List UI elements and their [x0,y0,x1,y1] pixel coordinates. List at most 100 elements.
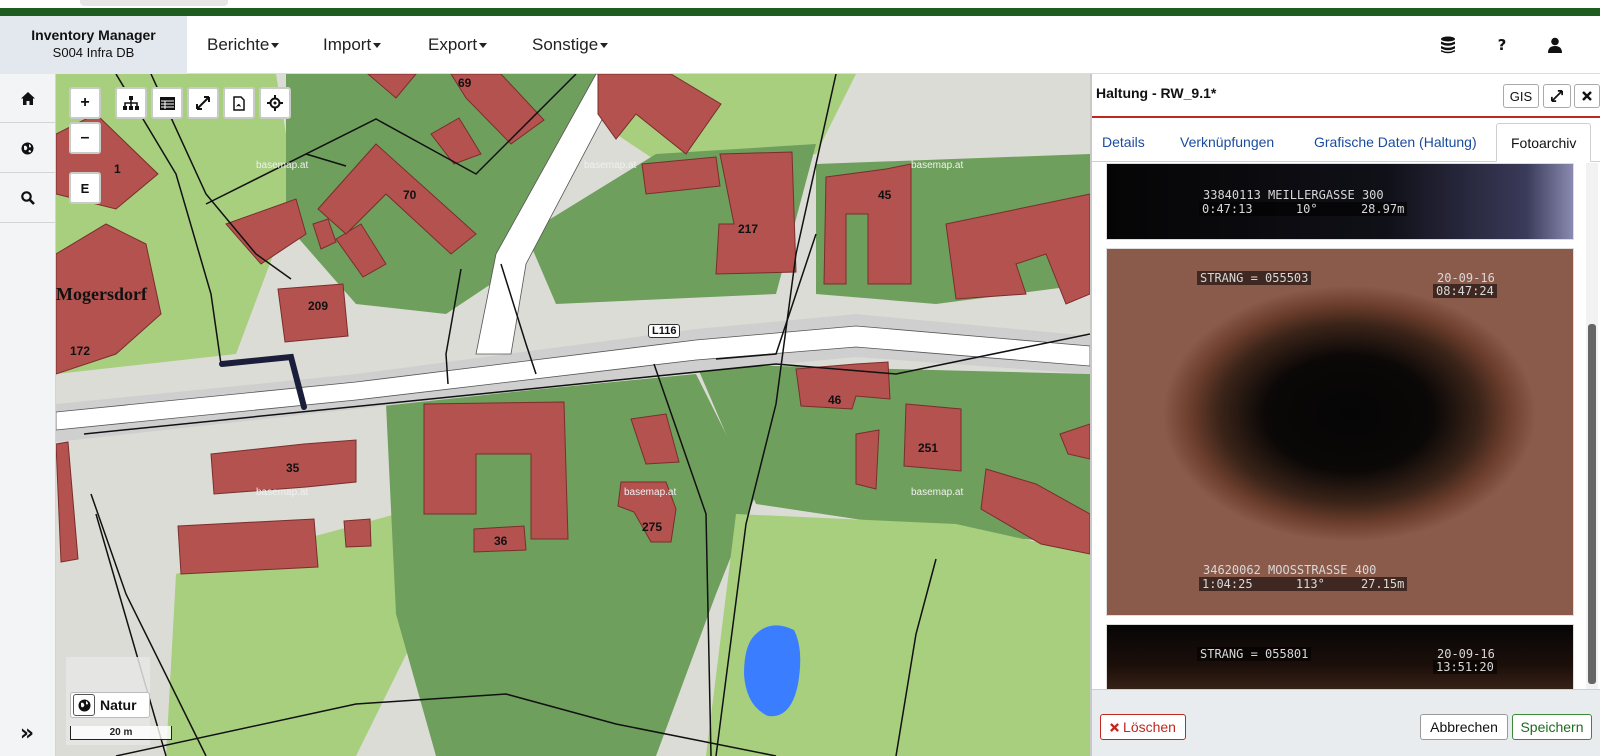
house-number: 172 [70,344,91,358]
town-label: Mogersdorf [56,284,147,304]
house-number: 69 [458,76,472,90]
crosshair-icon [267,95,283,111]
panel-tabs: Details Verknüpfungen Grafische Daten (H… [1092,120,1600,162]
photo-caption: 0:47:13 10° 28.97m [1199,202,1408,216]
house-number: 251 [918,441,939,455]
home-icon [20,91,35,105]
sidebar-search-button[interactable] [0,174,55,223]
sidebar: » [0,74,56,756]
scale-bar: 20 m [70,726,172,740]
panel-header: Haltung - RW_9.1* GIS [1092,74,1600,118]
house-number: 209 [308,299,329,313]
basemap[interactable] [56,74,1090,756]
photo-archive-list[interactable]: 33840113 MEILLERGASSE 300 0:47:13 10° 28… [1092,163,1600,689]
fullscreen-button[interactable] [187,87,219,119]
house-number: 217 [738,222,759,236]
map-watermark: basemap.at [256,487,309,498]
photo-strang: STRANG = 055503 [1197,271,1312,285]
hierarchy-button[interactable] [115,87,147,119]
brand[interactable]: Inventory Manager S004 Infra DB [0,16,187,74]
globe-icon [21,142,34,154]
menu-import[interactable]: Import [323,16,382,74]
save-button[interactable]: Speichern [1512,714,1592,740]
caret-down-icon [479,43,488,49]
panel-title: Haltung - RW_9.1* [1096,85,1217,101]
user-icon[interactable] [1544,34,1566,56]
photo-caption: 34620062 MOOSSTRASSE 400 [1203,563,1377,577]
brand-color-bar [0,8,1600,16]
maximize-panel-button[interactable] [1543,84,1571,108]
panel-footer: Löschen Abbrechen Speichern [1092,689,1600,756]
menu-sonstige[interactable]: Sonstige [532,16,609,74]
tab-fotoarchiv[interactable]: Fotoarchiv [1496,123,1592,162]
zoom-in-button[interactable]: + [69,87,101,119]
sidebar-globe-button[interactable] [0,124,55,173]
sewer-photo[interactable]: STRANG = 055503 20-09-16 08:47:24 346200… [1106,248,1574,616]
tab-details[interactable]: Details [1102,123,1145,162]
browser-tab-remnant [80,0,228,6]
sitemap-icon [123,96,139,110]
pdf-export-button[interactable] [223,87,255,119]
table-icon [159,96,175,110]
zoom-in-label: + [80,94,90,111]
zoom-out-button[interactable]: – [69,122,101,154]
caret-down-icon [373,43,382,49]
locate-button[interactable] [259,87,291,119]
help-icon[interactable]: ? [1491,34,1513,56]
expand-sidebar-icon[interactable]: » [14,720,40,746]
photo-date: 20-09-16 [1437,647,1495,661]
sewer-photo[interactable]: STRANG = 055801 20-09-16 13:51:20 [1106,624,1574,689]
app-subtitle: S004 Infra DB [52,45,135,60]
layer-switch-button[interactable]: Natur [70,692,150,718]
close-panel-button[interactable] [1574,84,1600,108]
detail-panel: Haltung - RW_9.1* GIS Details Verknüpfun… [1090,74,1600,756]
map-watermark: basemap.at [584,160,637,171]
search-icon [20,191,35,205]
road-shield: L116 [648,324,681,338]
map-watermark: basemap.at [624,487,677,498]
gis-label: GIS [1509,88,1533,104]
menu-export[interactable]: Export [428,16,488,74]
photo-date: 20-09-16 [1437,271,1495,285]
delete-label: Löschen [1123,719,1176,735]
caret-down-icon [271,43,280,49]
delete-button[interactable]: Löschen [1100,714,1186,740]
menu-berichte[interactable]: Berichte [207,16,280,74]
menu-label: Export [428,35,478,54]
extent-button[interactable]: E [69,172,101,204]
house-number: 275 [642,520,663,534]
scale-label: 20 m [109,727,133,738]
map-watermark: basemap.at [256,160,309,171]
gis-button[interactable]: GIS [1503,84,1539,108]
tab-grafische-daten[interactable]: Grafische Daten (Haltung) [1314,123,1477,162]
top-strip [0,0,1600,16]
house-number: 1 [114,162,121,176]
photo-strang: STRANG = 055801 [1197,647,1312,661]
pdf-icon [233,95,245,111]
close-icon [1110,722,1119,732]
app-title: Inventory Manager [31,27,156,43]
photo-time: 08:47:24 [1433,284,1497,298]
photo-caption: 1:04:25 113° 27.15m [1199,577,1408,591]
expand-icon [1551,90,1563,102]
layer-name: Natur [100,697,137,713]
table-button[interactable] [151,87,183,119]
sidebar-home-button[interactable] [0,74,55,123]
database-icon[interactable] [1437,34,1459,56]
sewer-photo[interactable]: 33840113 MEILLERGASSE 300 0:47:13 10° 28… [1106,163,1574,240]
house-number: 36 [494,534,508,548]
close-icon [1582,91,1592,101]
menu-label: Berichte [207,35,270,54]
help-label: ? [1497,36,1507,54]
house-number: 45 [878,188,892,202]
menu-label: Import [323,35,372,54]
photo-time: 13:51:20 [1433,660,1497,674]
cancel-button[interactable]: Abbrechen [1420,714,1508,740]
zoom-out-label: – [80,129,90,146]
scrollbar-thumb[interactable] [1588,324,1596,684]
extent-label: E [80,180,90,196]
house-number: 46 [828,393,842,407]
tab-verknuepfungen[interactable]: Verknüpfungen [1180,123,1274,162]
map-view[interactable]: basemap.at basemap.at basemap.at basemap… [56,74,1090,756]
expand-icon [196,96,210,110]
